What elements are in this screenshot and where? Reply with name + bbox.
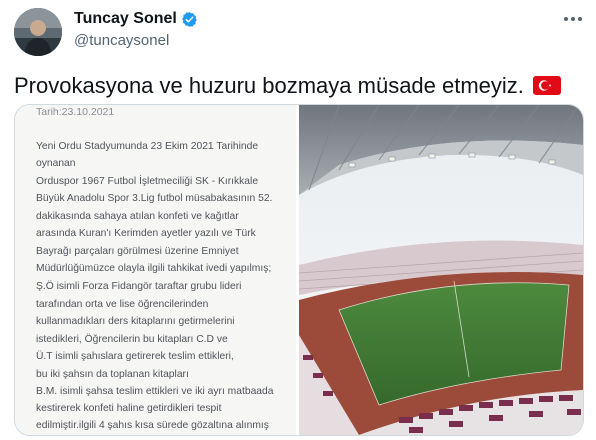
document-line: bu iki şahsın da toplanan kitapları [36, 369, 189, 380]
document-line: Ü.T isimli şahıslara getirerek teslim et… [36, 351, 234, 362]
avatar[interactable] [14, 8, 62, 56]
stadium-photo[interactable] [299, 105, 583, 435]
verified-badge-icon [181, 11, 198, 28]
document-line: istedikleri, Öğrencilerin bu kitapları C… [36, 334, 228, 345]
tweet-text: Provokasyona ve huzuru bozmaya müsade et… [14, 72, 562, 100]
document-line: arasında Kuran'ı Kerimden ayetler yazılı… [36, 228, 256, 239]
document-image[interactable]: Tarih:23.10.2021 Yeni Ordu Stadyumunda 2… [15, 105, 296, 435]
more-dot [571, 17, 575, 21]
document-line: Bayrağı parçaları görülmesi üzerine Emni… [36, 246, 239, 257]
document-line: dakikasında sahaya atılan konfeti ve kağ… [36, 211, 239, 222]
document-line: kestirerek konfeti haline getirdikleri t… [36, 403, 222, 414]
document-date: Tarih:23.10.2021 [36, 106, 115, 118]
document-line: Yeni Ordu Stadyumunda 23 Ekim 2021 Tarih… [36, 141, 259, 152]
turkey-flag-icon [533, 74, 562, 95]
document-line: Müdürlüğümüzce olayla ilgili tahkikat iv… [36, 263, 272, 274]
tweet-media[interactable]: Tarih:23.10.2021 Yeni Ordu Stadyumunda 2… [14, 104, 584, 436]
author-handle[interactable]: @tuncaysonel [74, 32, 198, 49]
tweet-text-body: Provokasyona ve huzuru bozmaya müsade et… [14, 73, 524, 98]
document-line: oynanan [36, 158, 76, 169]
document-line: tarafından orta ve lise öğrencilerinden [36, 299, 209, 310]
document-line: kullanmadıkları ders kitaplarını getirme… [36, 316, 235, 327]
document-line: edilmiştir.ilgili 4 şahıs kısa sürede gö… [36, 420, 269, 431]
more-dot [564, 17, 568, 21]
author-name-row: Tuncay Sonel [74, 10, 198, 28]
document-line: Büyük Anadolu Spor 3.Lig futbol müsabaka… [36, 193, 273, 204]
more-dot [578, 17, 582, 21]
document-line: Ş.Ö isimli Forza Fidangör taraftar grubu… [36, 281, 242, 292]
more-options-icon[interactable] [560, 10, 586, 28]
tweet-author: Tuncay Sonel @tuncaysonel [74, 10, 198, 49]
document-line: Orduspor 1967 Futbol İşletmeciliği SK - … [36, 176, 259, 187]
document-line: B.M. isimli şahsa teslim ettikleri ve ik… [36, 386, 274, 397]
author-display-name[interactable]: Tuncay Sonel [74, 10, 177, 28]
